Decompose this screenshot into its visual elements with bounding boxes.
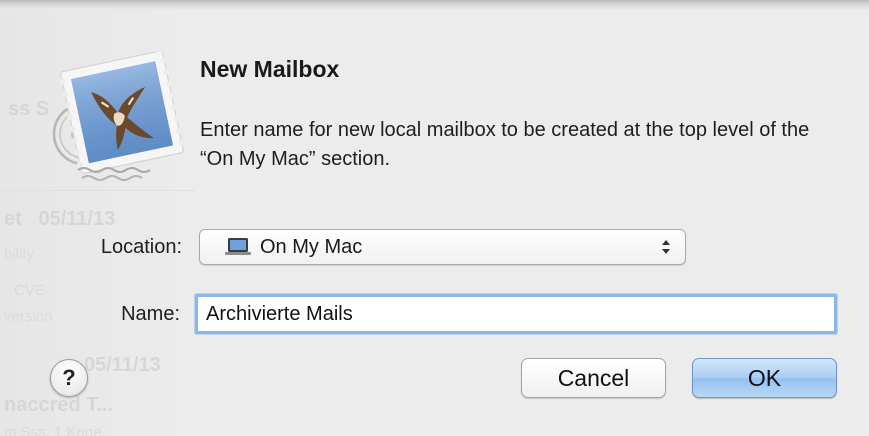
laptop-icon: [224, 236, 252, 258]
location-value: On My Mac: [260, 235, 363, 258]
name-label: Name:: [121, 303, 180, 325]
background-text: ss S: [8, 98, 50, 120]
window-top-shadow: [0, 0, 869, 10]
background-text: 05/11/13: [84, 354, 161, 376]
location-popup[interactable]: On My Mac: [199, 229, 686, 265]
dialog-title: New Mailbox: [200, 56, 340, 82]
ok-button[interactable]: OK: [692, 358, 837, 398]
background-text: naccred T...: [4, 394, 113, 416]
background-text: version: [4, 308, 53, 325]
chevron-up-down-icon: [661, 237, 671, 257]
dialog-message: Enter name for new local mailbox to be c…: [200, 119, 810, 170]
help-button[interactable]: ?: [50, 359, 88, 397]
mail-stamp-icon: [48, 50, 188, 182]
cancel-button[interactable]: Cancel: [521, 358, 666, 398]
mailbox-name-input[interactable]: [195, 294, 837, 334]
background-text: CVE-: [14, 282, 50, 299]
background-text: m Sss, 1 Kone: [4, 424, 102, 436]
location-label: Location:: [100, 236, 182, 258]
background-text: bility: [4, 246, 35, 263]
background-text: et 05/11/13: [4, 208, 116, 230]
background-divider: [0, 190, 195, 191]
